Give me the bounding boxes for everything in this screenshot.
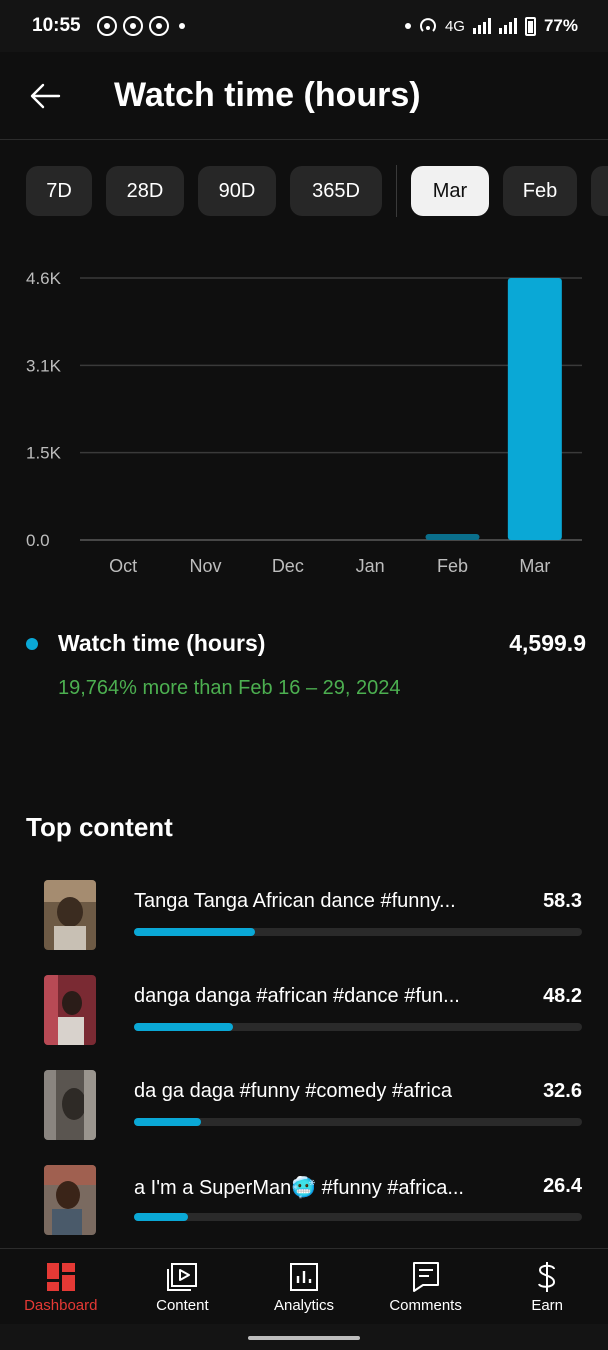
nav-label: Analytics — [273, 1296, 334, 1314]
share-track — [134, 1023, 582, 1031]
video-title: a I'm a SuperMan🥶 #funny #africa... — [134, 1177, 464, 1199]
nav-label: Dashboard — [24, 1296, 98, 1314]
battery-level: 77% — [543, 16, 578, 35]
back-button[interactable] — [10, 61, 80, 131]
x-tick-label: Dec — [272, 556, 304, 576]
share-track — [134, 1213, 582, 1221]
nav-label: Comments — [389, 1296, 462, 1314]
share-track — [134, 928, 582, 936]
video-thumbnail — [44, 880, 96, 950]
share-bar — [134, 1213, 188, 1221]
metric-label: Watch time (hours) — [58, 630, 266, 656]
chip-divider — [396, 165, 397, 217]
x-tick-label: Oct — [109, 556, 137, 576]
nav-content[interactable]: Content — [122, 1249, 244, 1324]
video-title: da ga daga #funny #comedy #africa — [134, 1080, 452, 1102]
signal-icon — [472, 18, 491, 34]
gesture-bar — [0, 1324, 608, 1350]
chip-7d[interactable]: 7D — [26, 166, 92, 216]
chip-mar[interactable]: Mar — [411, 166, 489, 216]
list-item[interactable]: da ga daga #funny #comedy #africa 32.6 — [0, 1062, 608, 1157]
video-value: 26.4 — [543, 1175, 582, 1197]
network-type: 4G — [444, 17, 465, 35]
signal-icon — [498, 18, 517, 34]
whatsapp-icon — [96, 16, 117, 36]
share-bar — [134, 928, 255, 936]
analytics-icon — [289, 1262, 318, 1291]
hotspot-icon — [420, 18, 436, 32]
page-title: Watch time (hours) — [114, 76, 421, 114]
video-title: Tanga Tanga African dance #funny... — [134, 890, 456, 912]
share-bar — [134, 1118, 202, 1126]
video-value: 48.2 — [543, 985, 582, 1007]
share-track — [134, 1118, 582, 1126]
bottom-nav: Dashboard Content Analytics Comments Ear… — [0, 1248, 608, 1324]
list-item[interactable]: a I'm a SuperMan🥶 #funny #africa... 26.4 — [0, 1157, 608, 1252]
share-bar — [134, 1023, 233, 1031]
chip-90d[interactable]: 90D — [198, 166, 276, 216]
more-notifications-icon — [178, 23, 185, 29]
notification-icons — [96, 16, 185, 36]
header: Watch time (hours) — [0, 52, 608, 140]
y-tick-label: 0.0 — [26, 531, 50, 550]
nav-label: Earn — [531, 1296, 564, 1314]
x-tick-label: Feb — [437, 556, 468, 576]
notification-dot-icon — [404, 23, 411, 29]
chip-365d[interactable]: 365D — [290, 166, 382, 216]
top-content-title: Top content — [26, 812, 173, 842]
legend-dot — [26, 637, 38, 650]
video-title: danga danga #african #dance #fun... — [134, 985, 460, 1007]
status-bar: 10:55 4G 77% — [0, 0, 608, 52]
back-arrow-icon — [30, 83, 61, 108]
battery-icon — [524, 16, 536, 36]
earn-icon — [538, 1261, 556, 1292]
chip-feb[interactable]: Feb — [503, 166, 577, 216]
nav-dashboard[interactable]: Dashboard — [0, 1249, 122, 1324]
video-value: 32.6 — [543, 1080, 582, 1102]
video-thumbnail — [44, 975, 96, 1045]
chip-28d[interactable]: 28D — [106, 166, 184, 216]
nav-label: Content — [156, 1296, 209, 1314]
home-gesture-pill[interactable] — [248, 1336, 360, 1340]
nav-analytics[interactable]: Analytics — [243, 1249, 365, 1324]
y-tick-label: 4.6K — [26, 269, 62, 288]
video-thumbnail — [44, 1165, 96, 1235]
metric-value: 4,599.9 — [509, 630, 586, 656]
list-item[interactable]: Tanga Tanga African dance #funny... 58.3 — [0, 872, 608, 967]
video-value: 58.3 — [543, 890, 582, 912]
nav-earn[interactable]: Earn — [486, 1249, 608, 1324]
chip-more[interactable] — [591, 166, 608, 216]
bar — [425, 534, 480, 540]
x-tick-label: Nov — [189, 556, 221, 576]
comments-icon — [412, 1261, 439, 1292]
video-thumbnail — [44, 1070, 96, 1140]
metric-summary: Watch time (hours) 4,599.9 19,764% more … — [26, 630, 586, 700]
x-tick-label: Mar — [519, 556, 550, 576]
content-icon — [167, 1262, 198, 1291]
chart-svg: 0.0 1.5K 3.1K 4.6K Oct Nov Dec Jan Feb Mar — [26, 269, 582, 576]
period-chips: 7D 28D 90D 365D Mar Feb — [0, 164, 608, 218]
whatsapp-icon — [122, 16, 143, 36]
metric-comparison: 19,764% more than Feb 16 – 29, 2024 — [58, 677, 401, 699]
x-tick-label: Jan — [356, 556, 385, 576]
y-tick-label: 1.5K — [26, 444, 62, 463]
status-time: 10:55 — [32, 15, 81, 36]
system-icons: 4G 77% — [401, 16, 578, 36]
whatsapp-icon — [148, 16, 169, 36]
watch-time-chart: 0.0 1.5K 3.1K 4.6K Oct Nov Dec Jan Feb Mar — [0, 250, 608, 590]
top-content-list: Tanga Tanga African dance #funny... 58.3… — [0, 872, 608, 1252]
dashboard-icon — [46, 1262, 75, 1291]
nav-comments[interactable]: Comments — [365, 1249, 487, 1324]
bar — [507, 278, 562, 540]
list-item[interactable]: danga danga #african #dance #fun... 48.2 — [0, 967, 608, 1062]
y-tick-label: 3.1K — [26, 356, 62, 375]
